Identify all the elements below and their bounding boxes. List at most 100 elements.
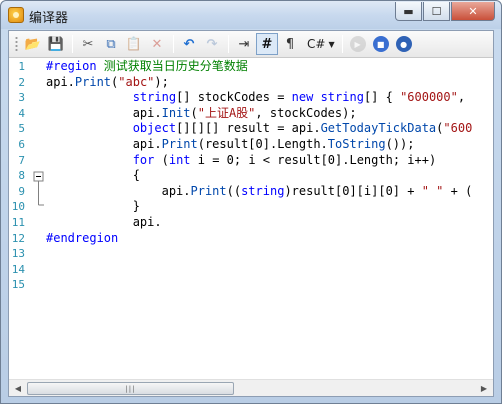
close-icon: ✕	[468, 4, 478, 18]
code-token: string	[132, 90, 177, 105]
code-token: Print	[190, 183, 227, 198]
code-token: [][][] result = api.	[176, 121, 321, 136]
code-token: Print	[74, 74, 112, 89]
code-token: , stockCodes);	[255, 105, 357, 120]
open-button[interactable]: 📂	[22, 33, 44, 55]
code-token: i = 0; i < result[0].Length; i++)	[190, 152, 437, 167]
paste-icon: 📋	[125, 36, 143, 52]
code-token: ());	[385, 136, 415, 151]
copy-icon: ⧉	[106, 36, 116, 52]
code-token: 测试获取当日历史分笔数据	[96, 59, 248, 73]
code-token: "上证A股"	[197, 105, 256, 120]
code-token: int	[168, 152, 191, 167]
toolbar-separator	[173, 35, 174, 53]
save-button[interactable]: 💾	[45, 33, 67, 55]
paste-button[interactable]: 📋	[123, 33, 145, 55]
scrollbar-thumb[interactable]: |||	[27, 382, 234, 395]
code-line: api.	[46, 215, 493, 231]
code-line: object[][][] result = api.GetTodayTickDa…	[46, 121, 493, 137]
code-token: + (	[443, 183, 473, 198]
paragraph-button[interactable]: ¶	[279, 33, 301, 55]
run-icon: ▶	[349, 36, 366, 52]
toolbar: 📂 💾 ✂ ⧉ 📋 ✕ ↶ ↷ ⇥ # ¶ C# ▼ ▶ ■ ●	[9, 31, 493, 58]
close-button[interactable]: ✕	[451, 2, 495, 21]
line-numbers-button[interactable]: #	[256, 33, 278, 55]
run-button[interactable]: ▶	[347, 33, 369, 55]
code-token: " "	[421, 183, 444, 198]
editor-client: 📂 💾 ✂ ⧉ 📋 ✕ ↶ ↷ ⇥ # ¶ C# ▼ ▶ ■ ● 1 2 3 4 5 6 7 8 9 10 11 12 13 14 15 …	[8, 30, 494, 397]
redo-button[interactable]: ↷	[201, 33, 223, 55]
code-token: api.	[46, 214, 162, 229]
language-select[interactable]: C# ▼	[304, 34, 338, 54]
editor-window: 编译器 ▬ ☐ ✕ 📂 💾 ✂ ⧉ 📋 ✕ ↶ ↷ ⇥ # ¶ C# ▼ ▶ ■ ● 1 2 3 4 5 6 7 8 9 10 1…	[0, 0, 502, 404]
code-token: }	[46, 199, 140, 214]
code-token: GetTodayTickData	[320, 121, 437, 136]
toolbar-grip[interactable]	[15, 35, 18, 53]
code-token: api.	[46, 105, 162, 120]
line-numbers-icon: #	[261, 36, 273, 52]
code-token: [] {	[363, 90, 401, 105]
code-token: string	[241, 183, 285, 198]
code-line: }	[46, 199, 493, 215]
language-label: C#	[307, 37, 326, 51]
wordwrap-button[interactable]: ⇥	[233, 33, 255, 55]
chevron-down-icon: ▼	[328, 39, 335, 49]
code-token: "600000"	[400, 90, 458, 105]
maximize-button[interactable]: ☐	[423, 2, 450, 21]
code-line: for (int i = 0; i < result[0].Length; i+…	[46, 153, 493, 169]
window-title: 编译器	[29, 11, 69, 26]
code-editor[interactable]: #region 测试获取当日历史分笔数据 api.Print("abc"); st…	[46, 59, 493, 377]
code-token: api.	[46, 136, 162, 151]
compile-button[interactable]: ●	[393, 33, 415, 55]
code-token: (	[154, 152, 169, 167]
minimize-button[interactable]: ▬	[395, 2, 422, 21]
code-token: )result[0][i][0] +	[284, 183, 422, 198]
code-line: api.Print(result[0].Length.ToString());	[46, 137, 493, 153]
code-token: Print	[161, 136, 198, 151]
code-token: (result[0].Length.	[197, 136, 328, 151]
code-token: ToString	[327, 136, 386, 151]
copy-button[interactable]: ⧉	[100, 33, 122, 55]
scroll-left-icon[interactable]: ◀	[11, 382, 25, 395]
compile-icon: ●	[395, 36, 412, 52]
code-token: new	[291, 90, 314, 105]
caption-buttons: ▬ ☐ ✕	[394, 2, 495, 21]
code-token: #endregion	[46, 230, 119, 245]
code-token: "600	[443, 121, 473, 136]
maximize-icon: ☐	[431, 4, 442, 18]
code-token: Init	[161, 105, 191, 120]
title-bar[interactable]: 编译器 ▬ ☐ ✕	[1, 1, 501, 29]
open-icon: 📂	[24, 36, 42, 52]
delete-button[interactable]: ✕	[146, 33, 168, 55]
save-icon: 💾	[47, 36, 65, 52]
code-token: );	[154, 74, 169, 89]
fold-margin	[33, 171, 44, 206]
code-token: [] stockCodes =	[176, 90, 292, 105]
cut-button[interactable]: ✂	[77, 33, 99, 55]
code-line: api.Init("上证A股", stockCodes);	[46, 106, 493, 122]
stop-icon: ■	[372, 36, 389, 52]
toolbar-separator	[341, 35, 343, 53]
horizontal-scrollbar[interactable]: ◀ ||| ▶	[9, 379, 493, 396]
delete-icon: ✕	[151, 36, 163, 52]
paragraph-icon: ¶	[285, 36, 295, 52]
stop-button[interactable]: ■	[370, 33, 392, 55]
code-token: ,	[457, 90, 466, 105]
scroll-right-icon[interactable]: ▶	[477, 382, 491, 395]
minimize-icon: ▬	[403, 4, 414, 18]
code-line: api.Print((string)result[0][i][0] + " " …	[46, 184, 493, 200]
undo-button[interactable]: ↶	[178, 33, 200, 55]
wordwrap-icon: ⇥	[238, 36, 250, 52]
toolbar-separator	[228, 35, 229, 53]
undo-icon: ↶	[183, 36, 195, 52]
code-token: {	[46, 168, 140, 183]
code-token: string	[320, 90, 364, 105]
redo-icon: ↷	[206, 36, 218, 52]
code-token: "abc"	[118, 74, 155, 89]
